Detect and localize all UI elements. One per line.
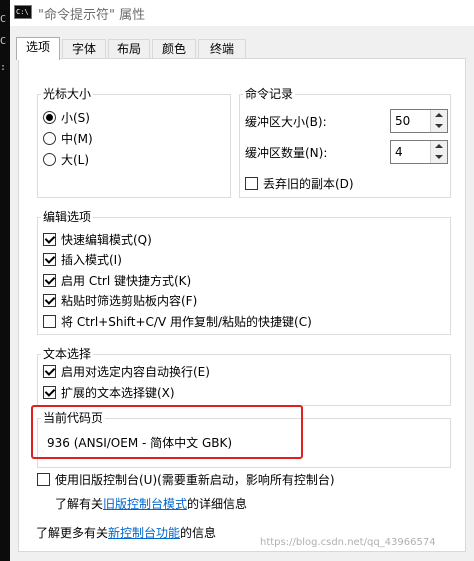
window-title: "命令提示符" 属性 <box>38 8 146 23</box>
extended-selection-keys-checkbox[interactable] <box>43 386 56 399</box>
buffer-size-spin <box>430 110 447 132</box>
highlight-box <box>31 405 303 459</box>
background-console-strip: C C : <box>0 0 10 561</box>
command-history-title: 命令记录 <box>243 87 296 101</box>
tab-colors[interactable]: 颜色 <box>152 39 196 59</box>
buffer-size-stepper[interactable]: 50 <box>390 109 448 133</box>
line-wrap-selection-label[interactable]: 启用对选定内容自动换行(E) <box>61 365 210 379</box>
edit-options-title: 编辑选项 <box>41 210 94 224</box>
watermark: https://blog.csdn.net/qq_43966574 <box>260 537 436 548</box>
tab-terminal[interactable]: 终端 <box>198 39 246 59</box>
cursor-medium-radio[interactable] <box>43 132 56 145</box>
side-char: C <box>0 14 7 25</box>
properties-dialog: C:\ "命令提示符" 属性 选项 字体 布局 颜色 终端 光标大小 小(S) … <box>10 0 474 561</box>
cursor-medium-label[interactable]: 中(M) <box>61 132 93 146</box>
insert-mode-checkbox[interactable] <box>43 253 56 266</box>
spin-down-icon[interactable] <box>431 152 447 163</box>
ctrl-shift-copy-paste-checkbox[interactable] <box>43 315 56 328</box>
ctrl-shift-copy-paste-label[interactable]: 将 Ctrl+Shift+C/V 用作复制/粘贴的快捷键(C) <box>61 315 312 329</box>
new-console-features-link[interactable]: 新控制台功能 <box>108 526 180 540</box>
buffer-count-label: 缓冲区数量(N): <box>245 146 328 160</box>
extended-selection-keys-label[interactable]: 扩展的文本选择键(X) <box>61 386 175 400</box>
title-bar[interactable]: C:\ "命令提示符" 属性 <box>10 0 474 26</box>
filter-paste-checkbox[interactable] <box>43 294 56 307</box>
cursor-small-radio[interactable] <box>43 111 56 124</box>
ctrl-shortcuts-label[interactable]: 启用 Ctrl 键快捷方式(K) <box>61 274 191 288</box>
cursor-size-title: 光标大小 <box>41 87 94 101</box>
side-char: : <box>0 62 7 73</box>
text-selection-title: 文本选择 <box>41 347 94 361</box>
discard-old-label[interactable]: 丢弃旧的副本(D) <box>263 177 354 191</box>
filter-paste-label[interactable]: 粘贴时筛选剪贴板内容(F) <box>61 294 197 308</box>
legacy-console-label[interactable]: 使用旧版控制台(U)(需要重新启动，影响所有控制台) <box>55 473 335 487</box>
quick-edit-checkbox[interactable] <box>43 233 56 246</box>
buffer-count-stepper[interactable]: 4 <box>390 140 448 164</box>
buffer-size-value[interactable]: 50 <box>395 114 410 128</box>
line-wrap-selection-checkbox[interactable] <box>43 365 56 378</box>
new-features-prefix: 了解更多有关 <box>36 526 109 540</box>
side-char: C <box>0 36 7 47</box>
tab-options[interactable]: 选项 <box>16 37 60 60</box>
tab-font[interactable]: 字体 <box>62 39 106 59</box>
spin-down-icon[interactable] <box>431 121 447 132</box>
legacy-info-text: 了解有关旧版控制台模式的详细信息 <box>55 497 247 511</box>
buffer-count-value[interactable]: 4 <box>395 145 403 159</box>
ctrl-shortcuts-checkbox[interactable] <box>43 274 56 287</box>
console-icon: C:\ <box>14 5 32 19</box>
buffer-size-label: 缓冲区大小(B): <box>245 115 327 129</box>
legacy-console-checkbox[interactable] <box>37 473 50 486</box>
quick-edit-label[interactable]: 快速编辑模式(Q) <box>61 233 152 247</box>
cursor-size-group <box>37 94 231 198</box>
legacy-info-suffix: 的详细信息 <box>187 497 248 511</box>
insert-mode-label[interactable]: 插入模式(I) <box>61 253 122 267</box>
new-features-text: 了解更多有关新控制台功能的信息 <box>36 526 216 540</box>
new-features-suffix: 的信息 <box>180 526 217 540</box>
legacy-info-prefix: 了解有关 <box>55 497 104 511</box>
cursor-small-label[interactable]: 小(S) <box>61 111 90 125</box>
cursor-large-radio[interactable] <box>43 153 56 166</box>
discard-old-checkbox[interactable] <box>245 177 258 190</box>
buffer-count-spin <box>430 141 447 163</box>
cursor-large-label[interactable]: 大(L) <box>61 153 89 167</box>
legacy-console-mode-link[interactable]: 旧版控制台模式 <box>103 497 187 511</box>
tab-layout[interactable]: 布局 <box>108 39 150 59</box>
options-panel: 光标大小 小(S) 中(M) 大(L) 命令记录 缓冲区大小(B): 50 缓冲… <box>18 58 466 552</box>
